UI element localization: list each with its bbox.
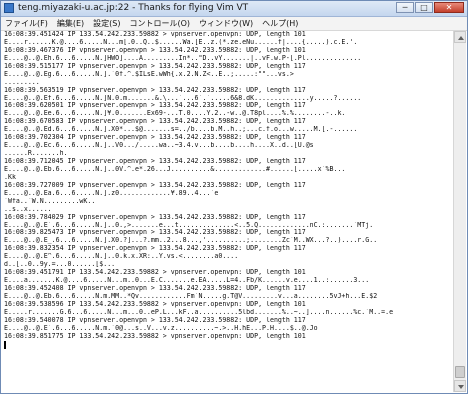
terminal-line: .Kk [4,173,16,181]
terminal-line: 16:08:39.702304 IP vpnserver.openvpn > 1… [4,134,306,142]
scroll-up-button[interactable] [454,31,466,43]
terminal-line: 16:08:39.825473 IP vpnserver.openvpn > 1… [4,229,306,237]
menu-settings[interactable]: 設定(S) [93,17,120,30]
terminal-line: 16:08:39.832354 IP vpnserver.openvpn > 1… [4,245,306,253]
terminal-line: d..[..0..9y.=...0......[$... [4,261,116,269]
terminal-line: 16:08:39.563519 IP vpnserver.openvpn > 1… [4,86,306,94]
window-controls: ─ □ ✕ [395,2,464,14]
terminal-prompt-line [2,340,454,349]
terminal-line: 16:08:39.538596 IP 133.54.242.233.59882 … [4,300,306,308]
text-cursor [4,340,6,349]
terminal-line: 16:08:39.784029 IP vpnserver.openvpn > 1… [4,213,306,221]
terminal-app-icon [4,3,14,13]
terminal-line: E....@..@.E^.6...6.....N.]..0.k.x.XR:..Y… [4,253,239,261]
terminal-line: 16:08:39.851775 IP 133.54.242.233.59882 … [4,332,306,340]
terminal-line: E....@..@.Eh.6...6.....N.]HWO]....A.....… [4,54,362,62]
terminal-line: ......... [4,78,40,86]
terminal-line: 16:08:39.540078 IP vpnserver.openvpn > 1… [4,316,306,324]
terminal-line: E....a.......K.@....6.....N...m..0...E.C… [4,277,370,285]
terminal-line: 16:08:39.727009 IP vpnserver.openvpn > 1… [4,181,306,189]
arrow-up-icon [458,36,464,40]
terminal-line: E....@..@.Ec.6...6.....N.]..V0.../.....w… [4,142,314,150]
terminal-line: E....@..@.Ed.6...6.....N.].X0*...$@.....… [4,126,358,134]
terminal-line: E....@..@.Ea.6...6.....N.].z0...........… [4,189,219,197]
terminal-line: E....@..@.E`.6...6.....N.m.`0@...s..V...… [4,324,318,332]
terminal-line: E....@..@.E`.6...6.....N.]..0.,>.......e… [4,221,374,229]
menu-edit[interactable]: 編集(E) [57,17,84,30]
terminal-line: 16:08:39.670583 IP vpnserver.openvpn > 1… [4,118,306,126]
scrollbar-thumb[interactable] [455,366,465,378]
terminal-line: E.....r.......G.6...6.....N...m...0..eP.… [4,308,394,316]
maximize-button[interactable]: □ [415,2,433,13]
menu-help[interactable]: ヘルプ(H) [262,17,298,30]
terminal-output[interactable]: 16:08:39.451424 IP 133.54.242.233.59882 … [2,31,454,392]
terminal-line: `Wfa..`W.N.........wK.. [4,197,96,205]
close-button[interactable]: ✕ [434,2,464,13]
terminal-line: E....@..@.Ee.6...6.....N.]¥.0.......Ex69… [4,110,346,118]
terminal-line: ......R.......h. [4,150,68,158]
terminal-line: E....r......K.@....6.....N...m[.0..Q..$.… [4,38,358,46]
minimize-button[interactable]: ─ [396,2,414,13]
menu-control[interactable]: コントロール(O) [129,17,190,30]
terminal-line: 16:08:39.451424 IP 133.54.242.233.59882 … [4,31,306,38]
terminal-line: 16:08:39.620501 IP vpnserver.openvpn > 1… [4,102,306,110]
menu-window[interactable]: ウィンドウ(W) [199,17,253,30]
terminal-line: 16:08:39.467376 IP vpnserver.openvpn > 1… [4,46,306,54]
terminal-line: E....@..@.Eb.6...6.....N.]..0V.^.e*.26..… [4,165,346,173]
terminal-line: 16:08:39.451791 IP 133.54.242.233.59882 … [4,269,306,277]
scroll-down-button[interactable] [454,380,466,392]
terminal-line: 16:08:39.452408 IP vpnserver.openvpn > 1… [4,285,306,292]
arrow-down-icon [458,385,464,389]
window-title: teng.miyazaki-u.ac.jp:22 - Thanks for fl… [18,3,249,13]
terminal-line: ..s..x...... [4,205,52,213]
terminal-window: teng.miyazaki-u.ac.jp:22 - Thanks for fl… [0,0,468,394]
terminal-line: 16:08:39.515177 IP vpnserver.openvpn > 1… [4,62,306,70]
menu-file[interactable]: ファイル(F) [5,17,48,30]
terminal-line: 16:08:39.712045 IP vpnserver.openvpn > 1… [4,158,306,165]
vertical-scrollbar[interactable] [453,31,466,392]
terminal-line: E....@..@.E_.6...6.....N.].X0.?]...?.mm.… [4,237,378,245]
terminal-line: E....@..@.Ef.6...6.....N.]N.0.m.......&.… [4,94,362,102]
terminal-line: E....@..@.Eg.6...6.....N.].`0f.^.$ILsE.w… [4,70,294,78]
menu-bar: ファイル(F) 編集(E) 設定(S) コントロール(O) ウィンドウ(W) ヘ… [1,17,467,31]
title-bar[interactable]: teng.miyazaki-u.ac.jp:22 - Thanks for fl… [1,1,467,17]
terminal-line: E....@..@.Eb.6...6.....N.m.MM..*Qv......… [4,292,378,300]
